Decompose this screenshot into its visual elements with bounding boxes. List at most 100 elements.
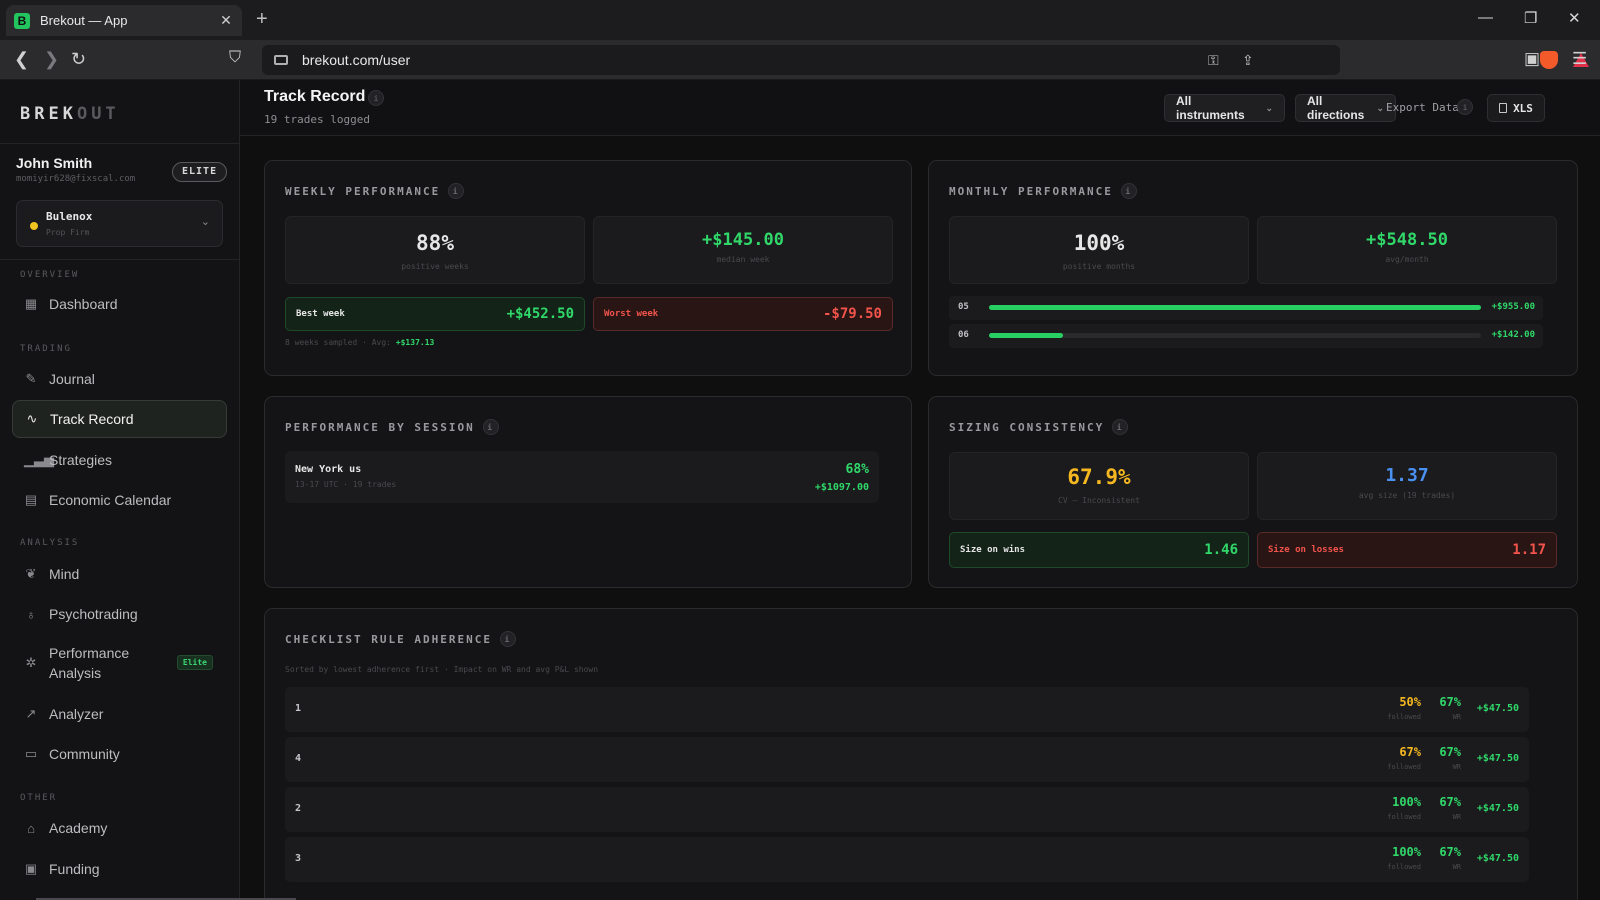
weeks-footer: 8 weeks sampled · Avg: +$137.13 — [285, 338, 434, 347]
positive-weeks-value: 88% — [416, 231, 454, 255]
bulb-icon: ♁ — [26, 606, 36, 622]
sidebar-item-label: Economic Calendar — [49, 492, 172, 508]
avg-month-label: avg/month — [1385, 255, 1429, 264]
minimize-icon[interactable]: — — [1478, 9, 1493, 26]
reload-icon[interactable]: ↻ — [71, 49, 86, 70]
key-icon[interactable]: ⚿ — [1208, 52, 1219, 69]
followed-value: 50% — [1399, 695, 1421, 709]
site-settings-icon[interactable] — [274, 55, 288, 65]
followed-label: followed — [1387, 863, 1421, 871]
info-icon[interactable]: i — [499, 631, 516, 647]
sidebar-item-community[interactable]: ▭ Community — [12, 735, 227, 773]
info-icon[interactable]: i — [1120, 183, 1137, 199]
prop-firm-selector[interactable]: Bulenox Prop Firm ⌄ — [16, 200, 223, 247]
month-label: 05 — [958, 302, 969, 312]
sidebar-item-academy[interactable]: ⌂ Academy — [12, 809, 227, 847]
calendar-icon: ▤ — [24, 492, 38, 507]
sidebar-item-label: Funding — [49, 861, 100, 877]
menu-icon[interactable]: ☰ — [1572, 49, 1587, 69]
firm-type: Prop Firm — [46, 228, 90, 237]
avg-month-value: +$548.50 — [1366, 230, 1448, 250]
sidebar-item-dashboard[interactable]: ▦ Dashboard — [12, 285, 227, 323]
close-window-icon[interactable]: ✕ — [1568, 9, 1581, 27]
sidebar-item-funding[interactable]: ▣ Funding — [12, 850, 227, 888]
wr-label: WR — [1452, 763, 1461, 771]
browser-tab[interactable]: B Brekout — App ✕ — [6, 5, 242, 36]
firm-name: Bulenox — [46, 210, 93, 223]
sidebar-item-label: Psychotrading — [49, 606, 138, 622]
wr-value: 67% — [1439, 695, 1461, 709]
best-week-label: Best week — [296, 309, 345, 319]
sidebar-item-psychotrading[interactable]: ♁ Psychotrading — [12, 595, 227, 633]
address-bar[interactable]: brekout.com/user ⚿ ⇪ — [262, 45, 1589, 75]
sidebar-item-economic-calendar[interactable]: ▤ Economic Calendar — [12, 481, 227, 519]
plan-badge: ELITE — [172, 162, 228, 182]
sidebar-item-analyzer[interactable]: ↗ Analyzer — [12, 695, 227, 733]
export-xls-button[interactable]: XLS — [1487, 94, 1545, 122]
worst-week-label: Worst week — [604, 309, 659, 319]
chat-icon: ▭ — [24, 746, 38, 761]
followed-label: followed — [1387, 763, 1421, 771]
month-row: 05 +$955.00 — [949, 296, 1543, 320]
card-title-text: CHECKLIST RULE ADHERENCE — [285, 632, 492, 646]
card-title-text: MONTHLY PERFORMANCE — [949, 184, 1113, 198]
positive-weeks-label: positive weeks — [401, 262, 469, 271]
forward-icon[interactable]: ❯ — [44, 49, 59, 70]
info-icon[interactable]: i — [1112, 419, 1129, 435]
section-label-overview: OVERVIEW — [20, 270, 80, 280]
info-icon[interactable]: i — [1457, 99, 1473, 115]
cv-stat: 67.9% CV — Inconsistent — [949, 452, 1249, 520]
size-on-losses-label: Size on losses — [1268, 545, 1344, 555]
trend-icon: ↗ — [25, 706, 37, 721]
session-row: New York us 13-17 UTC · 19 trades 68% +$… — [285, 451, 879, 503]
wr-col: 67% WR — [1439, 695, 1461, 721]
close-tab-icon[interactable]: ✕ — [218, 12, 234, 29]
session-name: New York us — [295, 464, 362, 475]
cap-icon: ⌂ — [27, 820, 35, 836]
logo[interactable]: BREKOUT — [20, 104, 120, 124]
browser-tabbar: B Brekout — App ✕ + — ❐ ✕ — [0, 0, 1600, 40]
size-on-losses: Size on losses 1.17 — [1257, 532, 1557, 568]
sidebar-item-mind[interactable]: ❦ Mind — [12, 555, 227, 593]
card-title-text: SIZING CONSISTENCY — [949, 420, 1105, 434]
sidebar-item-label: Journal — [49, 371, 95, 387]
median-week-stat: +$145.00 median week — [593, 216, 893, 284]
sidebar-item-track-record[interactable]: ∿ Track Record — [12, 400, 227, 438]
wr-label: WR — [1452, 863, 1461, 871]
section-label-trading: TRADING — [20, 344, 72, 354]
sidebar-item-journal[interactable]: ✎ Journal — [12, 360, 227, 398]
back-icon[interactable]: ❮ — [14, 49, 29, 70]
table-row: 3 100% followed 67% WR +$47.50 — [285, 837, 1529, 882]
pencil-icon: ✎ — [25, 371, 37, 386]
sidebar-toggle-icon[interactable]: ▣ — [1524, 49, 1540, 69]
cv-label: CV — Inconsistent — [1058, 496, 1140, 505]
weeks-footer-avg: +$137.13 — [395, 338, 435, 347]
month-bar-track — [989, 305, 1481, 310]
sidebar-item-label: Community — [49, 746, 120, 762]
share-icon[interactable]: ⇪ — [1242, 52, 1254, 69]
brave-shield-icon[interactable] — [1540, 51, 1558, 69]
bookmark-icon[interactable]: ⛉ — [229, 49, 241, 67]
info-icon[interactable]: i — [448, 183, 465, 199]
rule-id: 2 — [295, 803, 302, 814]
sidebar-item-label: Mind — [49, 566, 80, 582]
avg-size-stat: 1.37 avg size (19 trades) — [1257, 452, 1557, 520]
restore-icon[interactable]: ❐ — [1524, 9, 1537, 27]
median-week-value: +$145.00 — [702, 230, 784, 250]
sidebar-item-performance-analysis[interactable]: ✲ Performance Analysis Elite — [12, 635, 227, 691]
pnl-value: +$47.50 — [1476, 703, 1519, 714]
sidebar-item-strategies[interactable]: ▁▃▅ Strategies — [12, 441, 227, 479]
chevron-down-icon: ⌄ — [200, 216, 210, 228]
directions-filter[interactable]: All directions ⌄ — [1295, 94, 1396, 122]
monthly-performance-card: MONTHLY PERFORMANCE i 100% positive month… — [928, 160, 1578, 376]
info-icon[interactable]: i — [482, 419, 499, 435]
sun-icon: ✲ — [25, 655, 37, 670]
bars-icon: ▁▃▅ — [24, 452, 54, 467]
new-tab-icon[interactable]: + — [256, 8, 268, 31]
worst-week-value: -$79.50 — [822, 306, 882, 322]
weeks-footer-text: 8 weeks sampled · Avg: — [285, 338, 391, 347]
page-header: Track Record i 19 trades logged All inst… — [240, 80, 1600, 136]
sidebar-item-label: Track Record — [50, 411, 134, 427]
info-icon[interactable]: i — [368, 90, 384, 106]
instruments-filter[interactable]: All instruments ⌄ — [1164, 94, 1285, 122]
